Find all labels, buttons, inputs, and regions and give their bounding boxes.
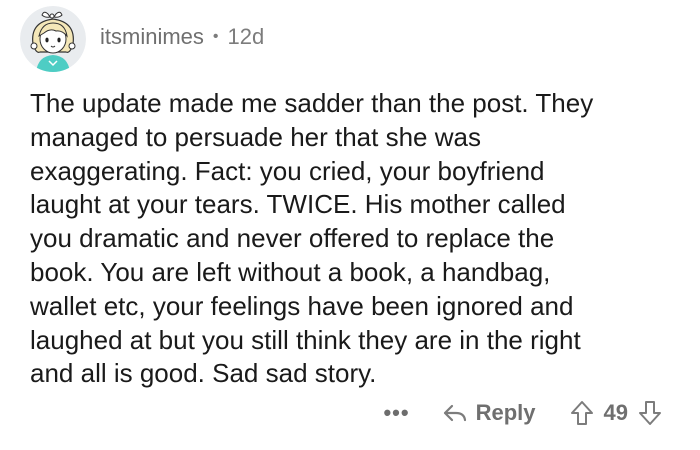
- reply-label: Reply: [475, 400, 536, 425]
- downvote-arrow-icon: [639, 401, 661, 425]
- upvote-button[interactable]: [570, 400, 594, 426]
- reply-arrow-icon: [443, 404, 466, 422]
- meta-separator: •: [212, 28, 219, 45]
- comment-header: itsminimes • 12d: [20, 4, 264, 74]
- downvote-button[interactable]: [638, 400, 662, 426]
- username-link[interactable]: itsminimes: [100, 24, 204, 50]
- comment-actions: ••• Reply 49: [383, 393, 662, 433]
- vote-score: 49: [603, 400, 628, 425]
- comment: itsminimes • 12d The update made me sadd…: [0, 0, 700, 450]
- reply-button[interactable]: Reply: [442, 400, 536, 426]
- avatar[interactable]: [20, 6, 86, 72]
- upvote-arrow-icon: [570, 401, 593, 425]
- more-options-icon[interactable]: •••: [383, 400, 409, 426]
- vote-controls: 49: [570, 400, 662, 426]
- comment-meta: itsminimes • 12d: [100, 24, 264, 50]
- comment-body: The update made me sadder than the post.…: [30, 88, 594, 389]
- comment-age: 12d: [227, 24, 265, 49]
- anime-girl-avatar-icon: [20, 6, 86, 72]
